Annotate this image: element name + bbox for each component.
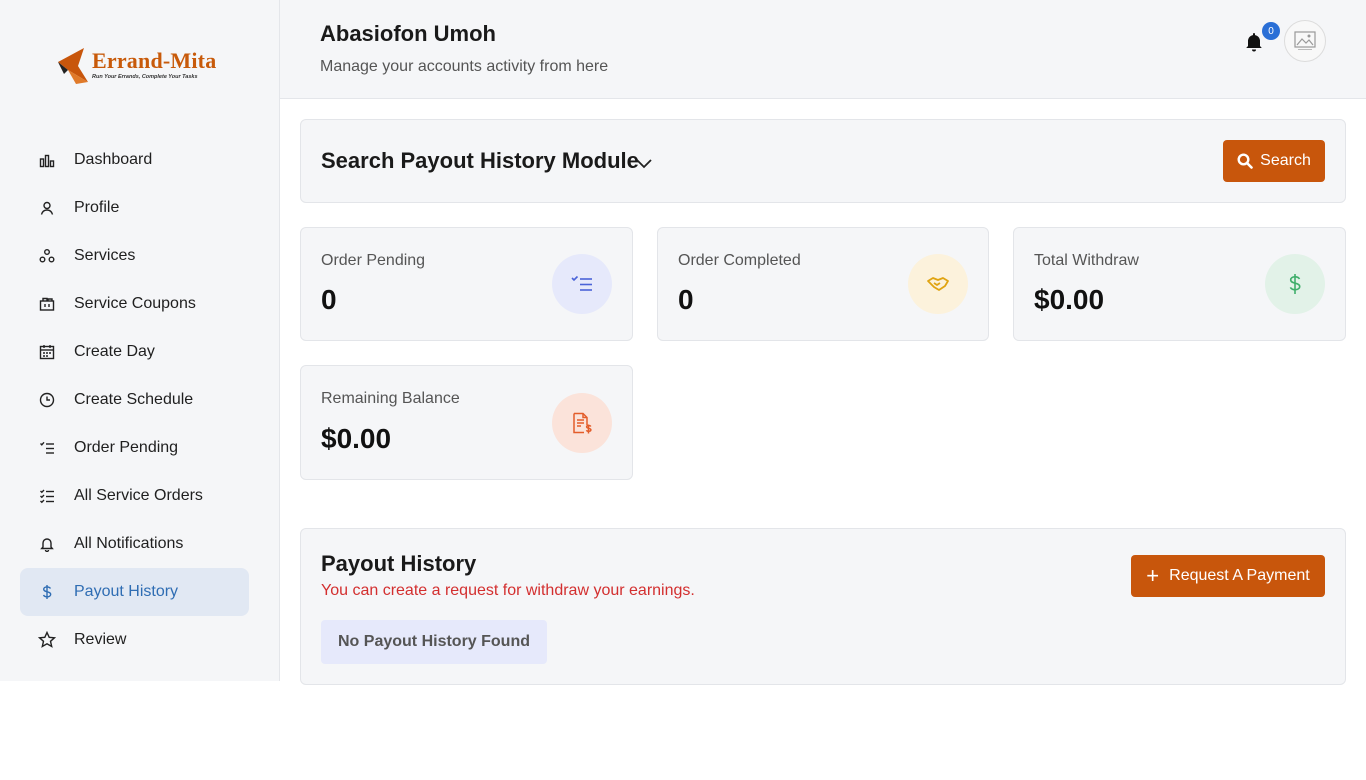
sidebar-item-profile[interactable]: Profile <box>20 184 249 232</box>
request-payment-label: Request A Payment <box>1169 567 1310 584</box>
logo-mark-icon <box>58 48 88 84</box>
search-module-card: Search Payout History Module Search <box>300 119 1346 203</box>
sidebar-item-label: Review <box>74 631 127 648</box>
stat-label: Order Completed <box>678 252 801 269</box>
search-button-label: Search <box>1260 152 1311 169</box>
star-icon <box>38 631 56 649</box>
sidebar-item-label: Dashboard <box>74 151 153 168</box>
empty-state-message: No Payout History Found <box>321 620 547 664</box>
list-check-icon <box>552 254 612 314</box>
sidebar-item-review[interactable]: Review <box>20 616 249 664</box>
sidebar-item-label: Create Schedule <box>74 391 194 408</box>
sidebar-item-label: Order Pending <box>74 439 179 456</box>
notification-count-badge: 0 <box>1262 22 1280 40</box>
bell-icon <box>38 535 56 553</box>
payout-history-title: Payout History <box>321 551 477 576</box>
stat-value: $0.00 <box>321 423 392 454</box>
handshake-icon <box>908 254 968 314</box>
sidebar-nav: Dashboard Profile Services Service Coupo… <box>20 136 249 664</box>
sidebar-item-label: All Notifications <box>74 535 184 552</box>
sidebar-item-service-coupons[interactable]: Service Coupons <box>20 280 249 328</box>
image-placeholder-icon <box>1294 31 1316 50</box>
sidebar-item-label: Payout History <box>74 583 179 600</box>
user-icon <box>38 199 56 217</box>
stat-label: Order Pending <box>321 252 426 269</box>
dollar-icon <box>1265 254 1325 314</box>
sidebar-item-all-service-orders[interactable]: All Service Orders <box>20 472 249 520</box>
invoice-dollar-icon <box>552 393 612 453</box>
search-icon <box>1237 153 1253 169</box>
plus-icon: + <box>1146 563 1160 588</box>
stat-value: $0.00 <box>1034 284 1105 315</box>
sidebar-item-dashboard[interactable]: Dashboard <box>20 136 249 184</box>
chevron-down-icon[interactable] <box>635 154 653 172</box>
search-module-toggle[interactable]: Search Payout History Module <box>321 148 639 174</box>
stat-label: Total Withdraw <box>1034 252 1139 269</box>
header-subtitle: Manage your accounts activity from here <box>320 58 609 75</box>
services-icon <box>38 247 56 265</box>
list-check-icon <box>38 439 56 457</box>
sidebar-item-services[interactable]: Services <box>20 232 249 280</box>
payout-history-card: Payout History You can create a request … <box>300 528 1346 685</box>
brand-tagline: Run Your Errands, Complete Your Tasks <box>92 74 198 80</box>
stat-label: Remaining Balance <box>321 390 460 407</box>
calendar-icon <box>38 343 56 361</box>
user-avatar[interactable] <box>1284 20 1326 62</box>
stat-value: 0 <box>321 284 337 315</box>
dollar-icon <box>38 583 56 601</box>
sidebar-item-label: Profile <box>74 199 120 216</box>
checklist-icon <box>38 487 56 505</box>
request-payment-button[interactable]: + Request A Payment <box>1131 555 1325 597</box>
stat-card-remaining-balance: Remaining Balance $0.00 <box>300 365 633 480</box>
sidebar: Errand-Mita Run Your Errands, Complete Y… <box>0 0 280 681</box>
clock-icon <box>38 391 56 409</box>
sidebar-item-label: Services <box>74 247 136 264</box>
stat-card-order-completed: Order Completed 0 <box>657 227 989 341</box>
top-header: Abasiofon Umoh Manage your accounts acti… <box>280 0 1366 99</box>
sidebar-item-create-day[interactable]: Create Day <box>20 328 249 376</box>
sidebar-item-create-schedule[interactable]: Create Schedule <box>20 376 249 424</box>
user-name: Abasiofon Umoh <box>320 21 496 46</box>
stat-value: 0 <box>678 284 694 315</box>
stat-card-order-pending: Order Pending 0 <box>300 227 633 341</box>
payout-history-subtitle: You can create a request for withdraw yo… <box>321 582 695 599</box>
sidebar-item-label: Create Day <box>74 343 155 360</box>
bar-chart-icon <box>38 151 56 169</box>
brand-name: Errand-Mita <box>92 48 217 73</box>
sidebar-item-payout-history[interactable]: Payout History <box>20 568 249 616</box>
coupon-icon <box>38 295 56 313</box>
search-button[interactable]: Search <box>1223 140 1325 182</box>
brand-logo[interactable]: Errand-Mita Run Your Errands, Complete Y… <box>54 44 229 86</box>
sidebar-item-all-notifications[interactable]: All Notifications <box>20 520 249 568</box>
sidebar-item-order-pending[interactable]: Order Pending <box>20 424 249 472</box>
sidebar-item-label: Service Coupons <box>74 295 196 312</box>
stat-card-total-withdraw: Total Withdraw $0.00 <box>1013 227 1346 341</box>
sidebar-item-label: All Service Orders <box>74 487 203 504</box>
